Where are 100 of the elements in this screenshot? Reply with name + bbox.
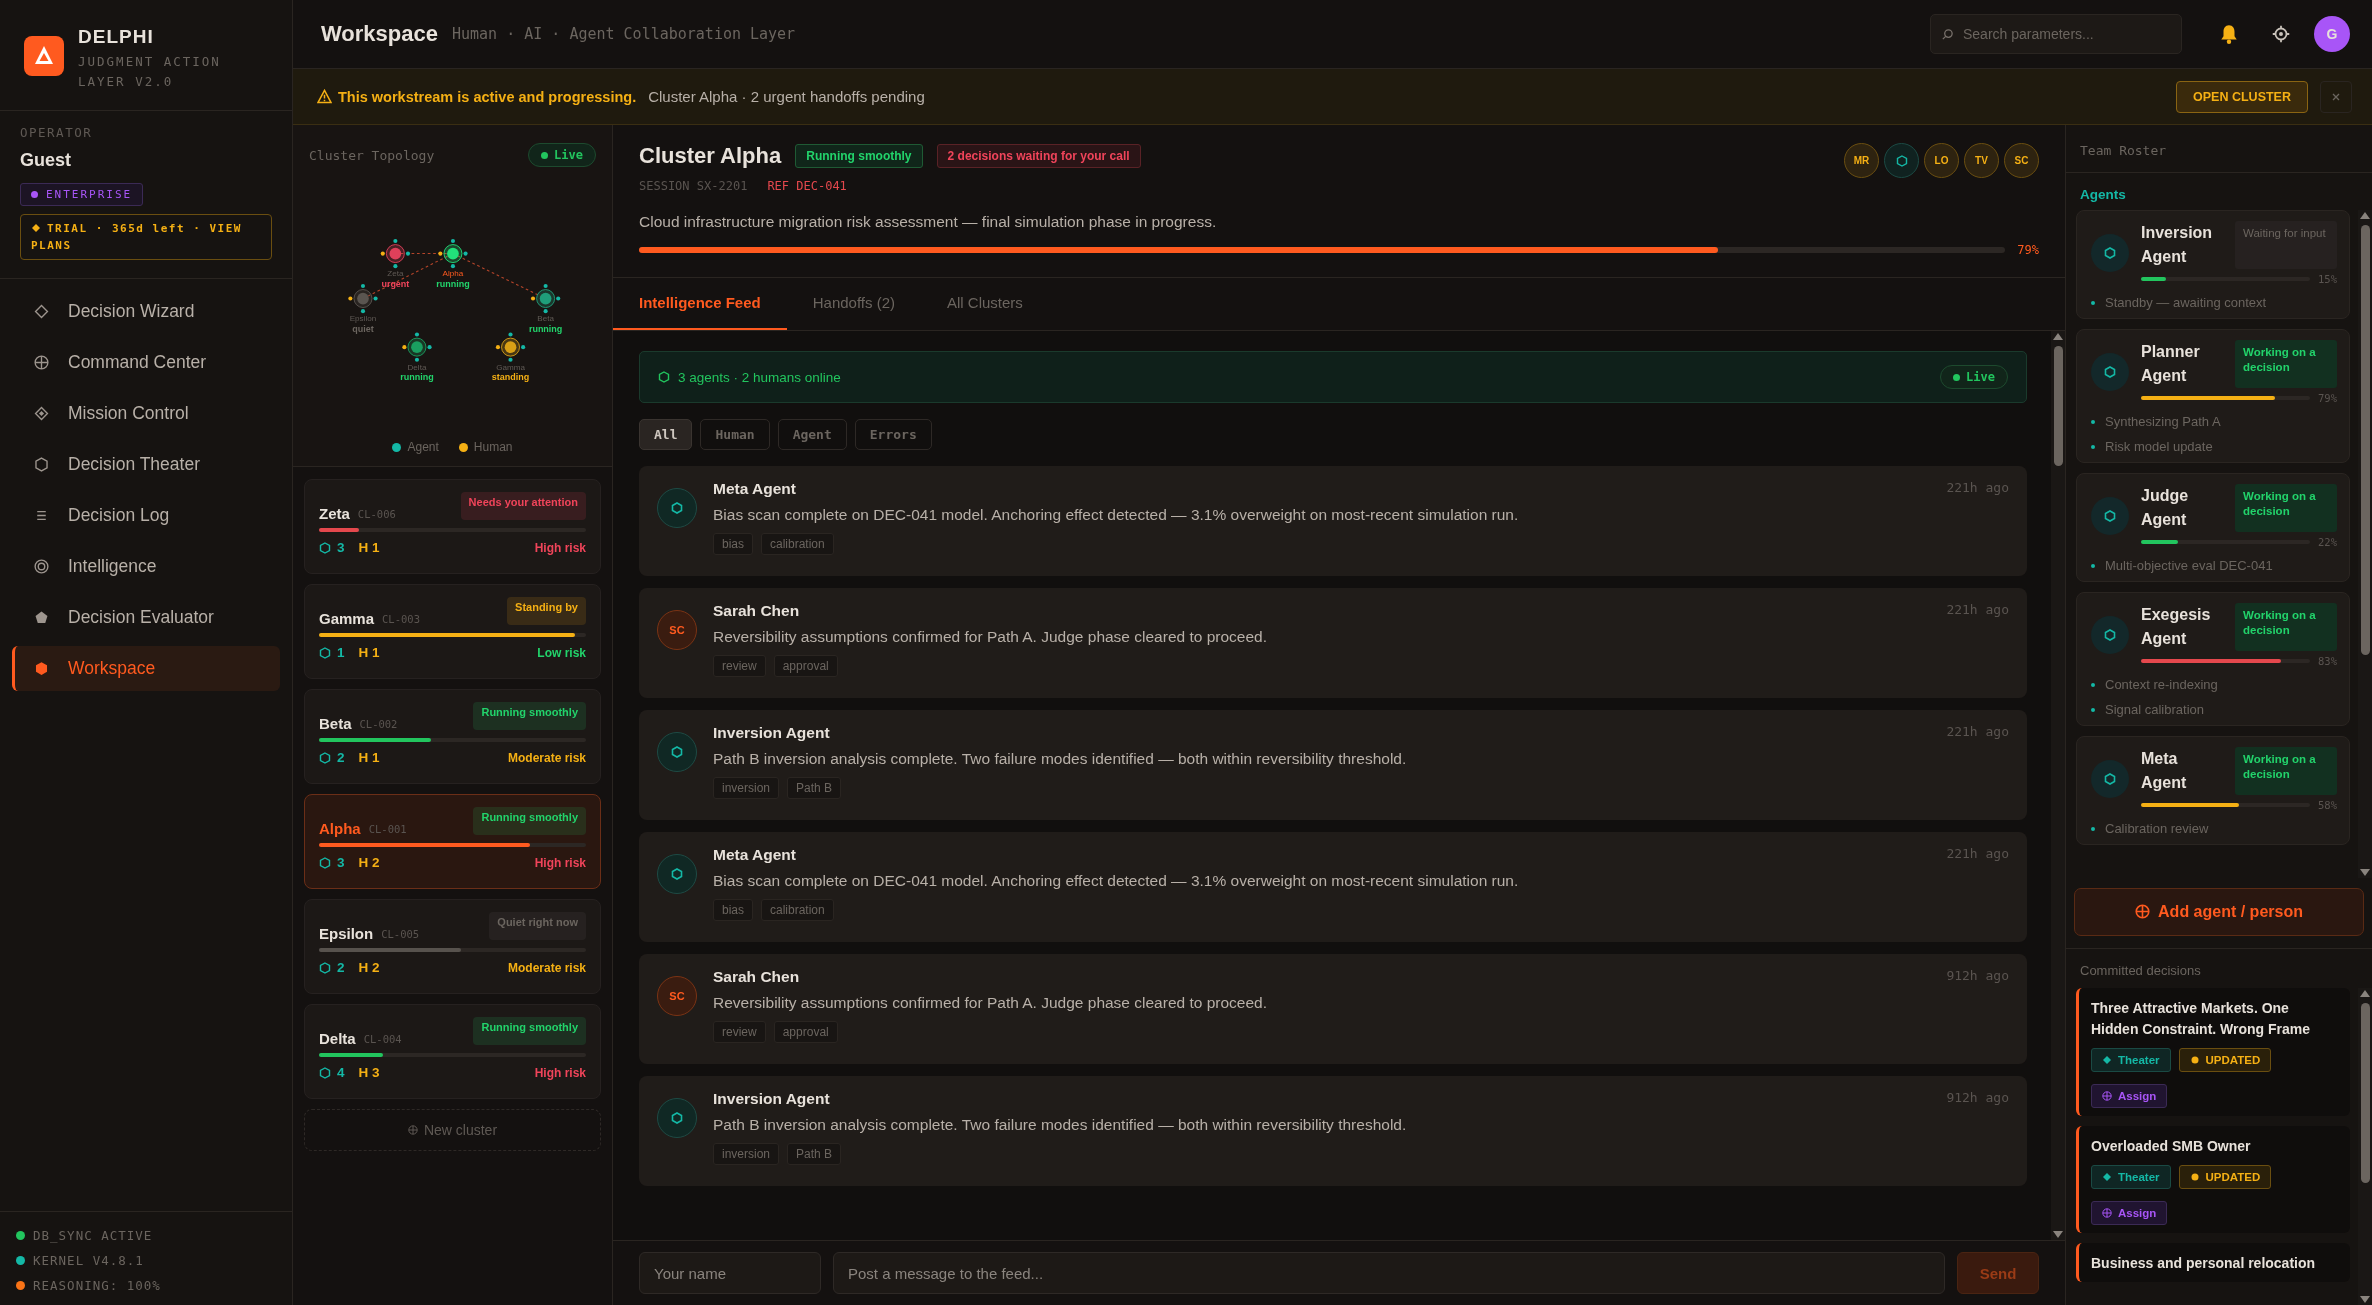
post-time: 912h ago xyxy=(1946,1090,2009,1107)
nav-icon xyxy=(33,354,50,371)
author-name: Inversion Agent xyxy=(713,724,830,742)
member-avatar[interactable]: SC xyxy=(2004,143,2039,178)
open-cluster-button[interactable]: OPEN CLUSTER xyxy=(2176,80,2308,113)
tag: inversion xyxy=(713,1143,780,1165)
cluster-code: CL-003 xyxy=(382,613,420,625)
bell-icon[interactable] xyxy=(2218,23,2240,45)
section-label: Agents xyxy=(2079,186,2127,204)
author-avatar: SC xyxy=(657,976,697,1016)
nav-item[interactable]: Decision Theater xyxy=(12,442,280,487)
settings-icon[interactable] xyxy=(2270,23,2292,45)
cluster-card[interactable]: Gamma CL-003 Standing by 1 H 1 Low risk xyxy=(304,584,601,679)
member-avatar[interactable]: TV xyxy=(1964,143,1999,178)
diamond-icon xyxy=(31,223,41,233)
member-avatar[interactable]: LO xyxy=(1924,143,1959,178)
status-badge: Working on a decision xyxy=(2235,603,2337,651)
decision-title: Three Attractive Markets. One Hidden Constraint. Wrong Frame xyxy=(2091,999,2312,1039)
alert-text: This workstream is active and progressing. xyxy=(338,88,637,105)
filter-chip[interactable]: All xyxy=(639,419,693,450)
nav-item[interactable]: Command Center xyxy=(12,340,280,385)
reference-link[interactable]: REF DEC-041 xyxy=(767,179,847,193)
status-badge: Waiting for input xyxy=(2235,221,2337,269)
plus-icon xyxy=(2135,904,2151,919)
operator-label: OPERATOR xyxy=(20,125,94,140)
agent-card[interactable]: Exegesis Agent Working on a decision 83% Context re-indexing Signal calibration xyxy=(2076,592,2350,726)
close-icon xyxy=(2331,91,2341,102)
search-field[interactable]: Search parameters... xyxy=(1930,14,2182,54)
agent-card[interactable]: Planner Agent Working on a decision 79% Synthesizing Path A Risk model update xyxy=(2076,329,2350,463)
agent-avatar xyxy=(657,1098,697,1138)
human-count: H 1 xyxy=(358,645,380,660)
decision-card[interactable]: Business and personal relocation xyxy=(2076,1243,2350,1282)
nav-item[interactable]: Decision Wizard xyxy=(12,289,280,334)
system-status: KERNEL V4.8.1 xyxy=(33,1253,144,1268)
agent-name: Exegesis Agent xyxy=(2141,605,2212,649)
add-agent-button[interactable]: Add agent / person xyxy=(2074,888,2364,936)
agent-icon xyxy=(658,371,670,383)
status-badge: Working on a decision xyxy=(2235,747,2337,795)
cluster-card[interactable]: Zeta CL-006 Needs your attention 3 H 1 High risk xyxy=(304,479,601,574)
name-field[interactable]: Your name xyxy=(639,1252,821,1294)
message-field[interactable]: Post a message to the feed... xyxy=(833,1252,1945,1294)
tag: review xyxy=(713,1021,766,1043)
nav-item[interactable]: Decision Log xyxy=(12,493,280,538)
author-name: Meta Agent xyxy=(713,846,796,864)
agent-card[interactable]: Inversion Agent Waiting for input 15% Standby — awaiting context xyxy=(2076,210,2350,319)
node-status: running xyxy=(400,372,434,383)
risk-label: Moderate risk xyxy=(507,750,586,765)
cluster-node[interactable] xyxy=(402,332,432,362)
node-status: quiet xyxy=(352,323,374,334)
nav-item[interactable]: Workspace xyxy=(12,646,280,691)
cluster-node[interactable] xyxy=(380,238,411,269)
member-avatar[interactable]: MR xyxy=(1844,143,1879,178)
nav-item[interactable]: Intelligence xyxy=(12,544,280,589)
cluster-card[interactable]: Epsilon CL-005 Quiet right now 2 H 2 Moderate risk xyxy=(304,899,601,994)
agent-card[interactable]: Judge Agent Working on a decision 22% Multi-objective eval DEC-041 xyxy=(2076,473,2350,582)
cluster-node[interactable] xyxy=(530,283,561,314)
agent-avatar[interactable] xyxy=(1884,143,1919,178)
agent-note: Calibration review xyxy=(2105,821,2209,836)
live-badge: Live xyxy=(1940,365,2008,389)
scrollbar[interactable] xyxy=(2358,210,2372,878)
assign-button[interactable]: Assign xyxy=(2091,1084,2168,1108)
agent-note: Risk model update xyxy=(2105,439,2213,454)
post-time: 221h ago xyxy=(1946,480,2009,497)
agent-note: Multi-objective eval DEC-041 xyxy=(2105,558,2273,573)
tag: Path B xyxy=(787,777,842,799)
decision-card[interactable]: Overloaded SMB Owner Theater UPDATED Assign xyxy=(2076,1126,2350,1233)
presence-text: 3 agents · 2 humans online xyxy=(678,369,841,385)
diamond-icon xyxy=(2102,1172,2112,1182)
tag: calibration xyxy=(761,899,834,921)
agent-icon xyxy=(319,646,331,659)
dot-icon xyxy=(2189,1055,2200,1065)
agent-avatar xyxy=(2091,497,2129,535)
agent-icon xyxy=(319,541,331,554)
cluster-card[interactable]: Alpha CL-001 Running smoothly 3 H 2 High risk xyxy=(304,794,601,889)
author-name: Sarah Chen xyxy=(713,968,800,986)
progress-percent: 15% xyxy=(2318,273,2337,285)
nav-item[interactable]: Decision Evaluator xyxy=(12,595,280,640)
agent-count: 3 xyxy=(337,855,345,870)
risk-label: High risk xyxy=(534,855,586,870)
theater-button[interactable]: Theater xyxy=(2091,1048,2171,1072)
cluster-node[interactable] xyxy=(438,238,468,269)
decision-card[interactable]: Three Attractive Markets. One Hidden Constraint. Wrong Frame Theater UPDATED Assign xyxy=(2076,988,2350,1116)
cluster-code: CL-004 xyxy=(363,1033,402,1045)
live-badge: Live xyxy=(528,143,596,167)
agent-icon xyxy=(319,1066,331,1079)
risk-label: Moderate risk xyxy=(507,960,586,975)
scrollbar[interactable] xyxy=(2358,988,2372,1305)
risk-label: High risk xyxy=(534,1065,586,1080)
brand-tagline: JUDGMENT ACTION LAYER V2.0 xyxy=(78,53,222,91)
human-count: H 1 xyxy=(358,750,380,765)
cluster-node[interactable] xyxy=(348,283,378,314)
scrollbar[interactable] xyxy=(2051,331,2065,1240)
cluster-card[interactable]: Delta CL-004 Running smoothly 4 H 3 High risk xyxy=(304,1004,601,1099)
trial-link[interactable]: TRIAL · 365d left · VIEW PLANS xyxy=(20,214,272,260)
agent-card[interactable]: Meta Agent Working on a decision 58% Calibration review xyxy=(2076,736,2350,845)
theater-button[interactable]: Theater xyxy=(2091,1165,2171,1189)
assign-button[interactable]: Assign xyxy=(2091,1201,2168,1225)
cluster-node[interactable] xyxy=(495,332,526,362)
nav-item[interactable]: Mission Control xyxy=(12,391,280,436)
cluster-card[interactable]: Beta CL-002 Running smoothly 2 H 1 Moderate risk xyxy=(304,689,601,784)
